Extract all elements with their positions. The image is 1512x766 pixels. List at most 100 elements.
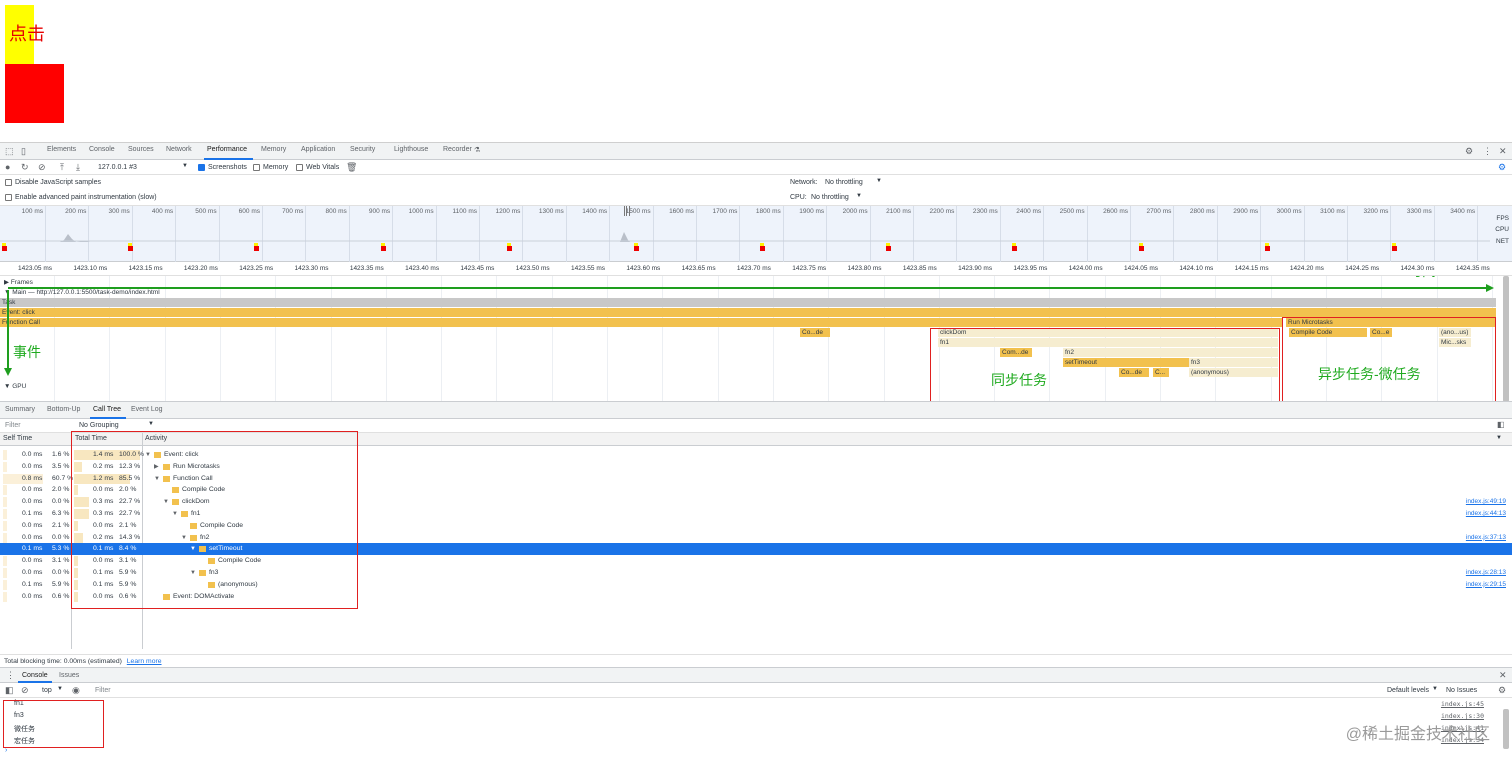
ruler-tick: 1424.30 ms [1400,265,1435,272]
filter-input[interactable]: Filter [5,422,21,429]
disable-js-samples-checkbox[interactable] [5,179,12,186]
tab-elements[interactable]: Elements [47,146,76,153]
memory-checkbox[interactable] [253,164,260,171]
console-filter-input[interactable]: Filter [95,687,111,694]
screenshot-thumbnail[interactable] [1265,246,1270,251]
device-toolbar-icon[interactable]: ▯ [21,146,26,156]
details-tab-summary[interactable]: Summary [5,406,35,413]
async-annotation: 异步任务-微任务 [1318,366,1421,382]
chevron-down-icon[interactable]: ▼ [57,686,63,692]
details-tab-call-tree[interactable]: Call Tree [93,406,121,413]
chevron-down-icon[interactable]: ▼ [1432,686,1438,692]
eye-icon[interactable]: ◉ [72,685,80,695]
chevron-down-icon[interactable]: ▼ [856,193,862,199]
overview-tick: 1800 ms [755,208,781,215]
clear-icon[interactable]: ⊘ [38,162,46,172]
ruler-tick: 1423.30 ms [294,265,329,272]
screenshot-thumbnail[interactable] [634,246,639,251]
inspect-element-icon[interactable]: ⬚ [5,146,14,156]
trash-icon[interactable]: 🗑 [346,162,357,172]
more-menu-icon[interactable]: ⋮ [1483,146,1492,156]
issues-badge[interactable]: No Issues [1446,687,1477,694]
console-settings-gear-icon[interactable]: ⚙ [1498,685,1506,695]
download-icon[interactable]: ⤓ [76,162,80,172]
clear-console-icon[interactable]: ⊘ [21,685,29,695]
tab-performance[interactable]: Performance [207,146,247,153]
drawer-menu-icon[interactable]: ⋮ [6,670,15,680]
tab-network[interactable]: Network [166,146,192,153]
grouping-select[interactable]: No Grouping [79,422,119,429]
console-prompt[interactable]: › [5,747,7,754]
reload-record-icon[interactable]: ↻ [21,162,29,172]
ruler-tick: 1423.85 ms [902,265,937,272]
self-time-header[interactable]: Self Time [3,435,32,442]
screenshot-thumbnail[interactable] [1392,246,1397,251]
log-levels-select[interactable]: Default levels [1387,687,1429,694]
source-link[interactable]: index.js:28:13 [1466,567,1506,579]
details-tab-event-log[interactable]: Event Log [131,406,163,413]
upload-icon[interactable]: ⤒ [60,162,64,172]
ruler-tick: 1424.10 ms [1179,265,1214,272]
record-icon[interactable]: ● [5,162,10,172]
click-box[interactable]: 点击 [5,5,45,64]
console-source-link[interactable]: index.js:30 [1441,712,1484,720]
self-time-cell: 0.0 ms [22,557,43,565]
screenshot-thumbnail[interactable] [381,246,386,251]
watermark-text: @稀土掘金技术社区 [1345,726,1490,743]
learn-more-link[interactable]: Learn more [127,658,162,665]
web-vitals-checkbox[interactable] [296,164,303,171]
sort-arrow-icon[interactable]: ▼ [1496,435,1502,441]
screenshot-thumbnail[interactable] [760,246,765,251]
timeline-overview[interactable]: 100 ms 200 ms 300 ms 400 ms 500 ms 600 ms 700 … [0,206,1512,262]
screenshot-thumbnail[interactable] [1139,246,1144,251]
tab-application[interactable]: Application [301,146,335,153]
drawer-tab-console[interactable]: Console [22,672,48,679]
screenshot-thumbnail[interactable] [1012,246,1017,251]
sidebar-toggle-icon[interactable]: ◧ [1497,420,1505,430]
tab-recorder[interactable]: Recorder [443,146,472,153]
overview-tick: 1100 ms [452,208,477,215]
console-scrollbar[interactable] [1503,709,1509,749]
range-left-handle[interactable] [624,206,627,216]
self-time-heat [3,461,7,472]
self-pct-cell: 5.9 % [52,580,70,588]
drawer-tabbar: ⋮ Console Issues ✕ [0,667,1512,683]
screenshots-checkbox[interactable] [198,164,205,171]
self-time-cell: 0.0 ms [22,451,43,458]
screenshot-thumbnail[interactable] [886,246,891,251]
console-source-link[interactable]: index.js:45 [1441,700,1484,708]
network-throttle-select[interactable]: No throttling [825,179,863,186]
chevron-down-icon[interactable]: ▼ [182,163,188,169]
overview-tick: 1200 ms [495,208,521,215]
screenshot-thumbnail[interactable] [2,246,7,251]
capture-settings-gear-icon[interactable]: ⚙ [1498,162,1506,172]
settings-gear-icon[interactable]: ⚙ [1465,146,1473,156]
tab-sources[interactable]: Sources [128,146,154,153]
context-select[interactable]: top [42,687,52,694]
range-right-handle[interactable] [629,206,632,216]
sidebar-icon[interactable]: ◧ [5,685,14,695]
chevron-down-icon[interactable]: ▼ [148,421,154,427]
overview-tick: 2700 ms [1146,208,1172,215]
close-devtools-icon[interactable]: ✕ [1499,146,1507,156]
tab-lighthouse[interactable]: Lighthouse [394,146,428,153]
tab-security[interactable]: Security [350,146,375,153]
screenshot-thumbnail[interactable] [128,246,133,251]
source-link[interactable]: index.js:29:15 [1466,579,1506,591]
profile-select[interactable]: 127.0.0.1 #3 [98,164,137,171]
cpu-throttle-select[interactable]: No throttling [811,194,849,201]
tab-memory[interactable]: Memory [261,146,286,153]
source-link[interactable]: index.js:49:19 [1466,496,1506,508]
source-link[interactable]: index.js:44:13 [1466,508,1506,520]
details-tab-bottom-up[interactable]: Bottom-Up [47,406,80,413]
screenshot-thumbnail[interactable] [507,246,512,251]
overview-tick: 2200 ms [929,208,955,215]
enable-paint-checkbox[interactable] [5,194,12,201]
chevron-down-icon[interactable]: ▼ [876,178,882,184]
source-link[interactable]: index.js:37:13 [1466,532,1506,544]
tab-console[interactable]: Console [89,146,115,153]
flame-chart[interactable]: ▶ Frames ▼ Main — http://127.0.0.1:5500/… [0,276,1512,402]
close-drawer-icon[interactable]: ✕ [1499,670,1507,680]
screenshot-thumbnail[interactable] [254,246,259,251]
drawer-tab-issues[interactable]: Issues [59,672,79,679]
